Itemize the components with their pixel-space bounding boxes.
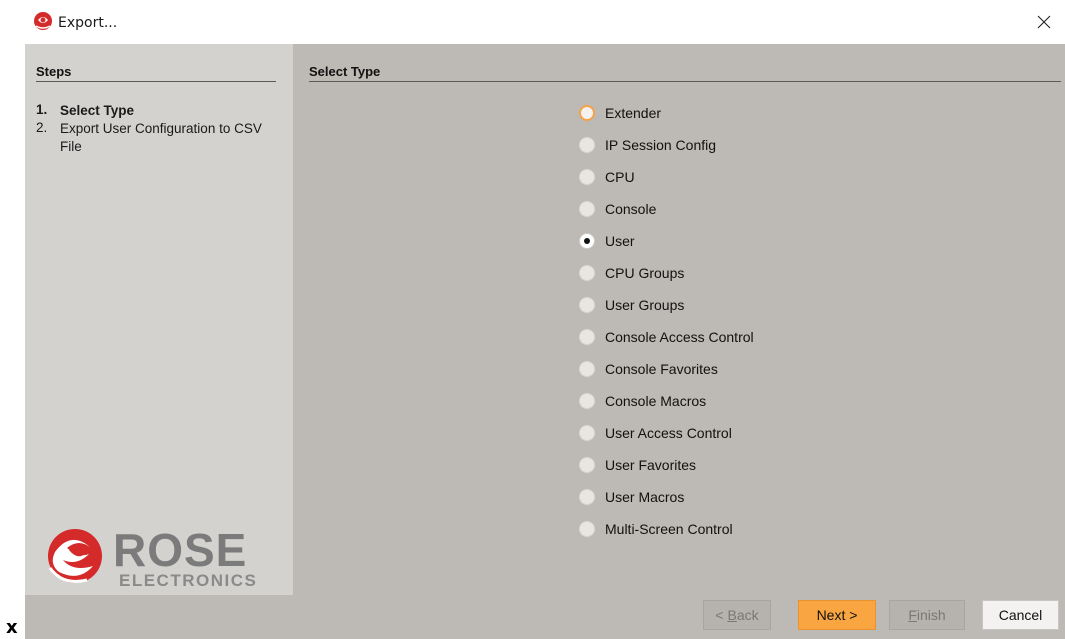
window-title: Export...	[58, 15, 118, 31]
steps-header: Steps	[36, 64, 276, 82]
back-mnemonic: B	[727, 607, 737, 623]
next-button[interactable]: Next >	[798, 600, 876, 630]
radio-ip-session-config[interactable]: IP Session Config	[579, 134, 839, 156]
radio-button[interactable]	[579, 361, 595, 377]
button-bar: < Back Next > Finish Cancel	[25, 595, 1065, 639]
left-margin	[0, 44, 25, 639]
radio-user[interactable]: User	[579, 230, 839, 252]
radio-button[interactable]	[579, 137, 595, 153]
radio-cpu[interactable]: CPU	[579, 166, 839, 188]
finish-rest: inish	[916, 607, 946, 623]
radio-button[interactable]	[579, 329, 595, 345]
radio-user-groups[interactable]: User Groups	[579, 294, 839, 316]
radio-label: Multi-Screen Control	[605, 521, 733, 537]
radio-button[interactable]	[579, 457, 595, 473]
radio-label: Console Macros	[605, 393, 707, 409]
radio-user-macros[interactable]: User Macros	[579, 486, 839, 508]
radio-label: Console Favorites	[605, 361, 718, 377]
radio-label: Extender	[605, 105, 662, 121]
corner-text: x	[6, 617, 18, 638]
radio-label: User Macros	[605, 489, 685, 505]
radio-console-favorites[interactable]: Console Favorites	[579, 358, 839, 380]
select-type-header: Select Type	[309, 64, 1061, 82]
close-icon[interactable]	[1037, 15, 1051, 29]
radio-button[interactable]	[579, 489, 595, 505]
radio-label: CPU Groups	[605, 265, 685, 281]
radio-button[interactable]	[579, 169, 595, 185]
back-rest: ack	[736, 607, 759, 623]
radio-label: CPU	[605, 169, 635, 185]
radio-button[interactable]	[579, 201, 595, 217]
radio-user-access-control[interactable]: User Access Control	[579, 422, 839, 444]
radio-label: User Groups	[605, 297, 685, 313]
logo-brand: ROSE	[113, 524, 247, 576]
step-number: 1.	[36, 102, 48, 117]
radio-cpu-groups[interactable]: CPU Groups	[579, 262, 839, 284]
main-panel: Select Type Extender IP Session Config C…	[293, 44, 1065, 595]
step-select-type: 1. Select Type	[36, 102, 270, 120]
radio-label: User Access Control	[605, 425, 732, 441]
radio-button[interactable]	[579, 265, 595, 281]
radio-label: IP Session Config	[605, 137, 717, 153]
title-bar: Export...	[0, 0, 1065, 44]
radio-button[interactable]	[579, 521, 595, 537]
radio-console-macros[interactable]: Console Macros	[579, 390, 839, 412]
radio-button[interactable]	[579, 393, 595, 409]
radio-label: Console	[605, 201, 657, 217]
radio-label: User	[605, 233, 635, 249]
radio-button[interactable]	[579, 105, 595, 121]
steps-panel: Steps 1. Select Type 2. Export User Config…	[25, 44, 293, 595]
radio-button[interactable]	[579, 425, 595, 441]
radio-label: User Favorites	[605, 457, 697, 473]
finish-button[interactable]: Finish	[889, 600, 965, 630]
step-label: Select Type	[60, 103, 135, 118]
cancel-button[interactable]: Cancel	[982, 600, 1059, 630]
close-button[interactable]	[1029, 8, 1059, 36]
step-label: Export User Configuration to CSV File	[60, 121, 262, 154]
radio-multi-screen-control[interactable]: Multi-Screen Control	[579, 518, 839, 540]
radio-label: Console Access Control	[605, 329, 754, 345]
rose-logo-icon: ROSE ELECTRONICS	[48, 524, 257, 590]
radio-button[interactable]	[579, 233, 595, 249]
step-export-user-configuration: 2. Export User Configuration to CSV File	[36, 120, 270, 156]
radio-console[interactable]: Console	[579, 198, 839, 220]
step-number: 2.	[36, 120, 48, 135]
radio-button[interactable]	[579, 297, 595, 313]
finish-mnemonic: F	[908, 607, 917, 623]
radio-console-access-control[interactable]: Console Access Control	[579, 326, 839, 348]
rose-app-icon	[34, 12, 52, 30]
radio-extender[interactable]: Extender	[579, 102, 839, 124]
radio-user-favorites[interactable]: User Favorites	[579, 454, 839, 476]
back-prefix: <	[715, 607, 728, 623]
logo-sub: ELECTRONICS	[119, 571, 257, 590]
back-button[interactable]: < Back	[703, 600, 771, 630]
